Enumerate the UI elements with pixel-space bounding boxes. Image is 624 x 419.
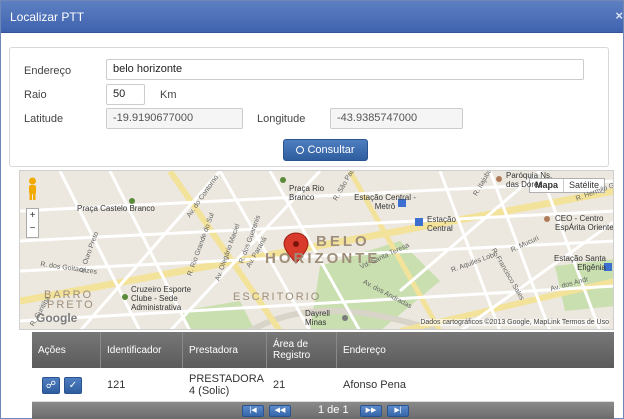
map-place-dayrell: Dayrell Minas — [305, 309, 330, 327]
map-place-estacao-central-metro: Estação Central - Metrô — [354, 193, 416, 211]
column-area-registro[interactable]: Área de Registro — [267, 332, 337, 368]
localizar-ptt-dialog: Localizar PTT × Endereço belo horizonte … — [0, 0, 624, 419]
map-city-label-1: BELO — [316, 233, 370, 250]
map-place-praca-castelo-branco: Praça Castelo Branco — [77, 204, 155, 213]
search-icon — [296, 146, 305, 154]
map-place-ceo: CEO - Centro EspÁrita Oriente — [555, 214, 614, 232]
cell-identificador: 121 — [107, 379, 126, 391]
longitude-field[interactable]: -43.9385747000 — [330, 108, 463, 129]
last-page-button[interactable]: ▶| — [387, 405, 409, 417]
consultar-button[interactable]: Consultar — [283, 139, 368, 161]
map-place-paroquia: Paróquia Ns. das Dores — [506, 171, 553, 189]
cell-prestadora: PRESTADORA 4 (Solic) — [189, 373, 264, 397]
map-district-label: ESCRITORIO — [233, 291, 322, 303]
zoom-in-button[interactable]: + — [27, 209, 38, 222]
map-place-estacao-central: Estação Central — [427, 215, 456, 233]
cell-endereco: Afonso Pena — [343, 379, 406, 391]
google-logo: Google — [36, 311, 78, 325]
close-icon[interactable]: × — [615, 8, 623, 23]
consultar-label: Consultar — [307, 144, 355, 156]
zoom-control[interactable]: + − — [26, 208, 39, 238]
table-row[interactable]: ☍ ✓ 121 PRESTADORA 4 (Solic) 21 Afonso P… — [32, 368, 614, 402]
check-icon[interactable]: ✓ — [64, 377, 82, 394]
zoom-out-button[interactable]: − — [27, 222, 38, 235]
latitude-label: Latitude — [24, 113, 64, 125]
map-place-estacao-santa-efigenia: Estação Santa Efigênia — [553, 254, 606, 272]
column-endereco[interactable]: Endereço — [337, 332, 614, 368]
dialog-titlebar: Localizar PTT × — [1, 1, 623, 33]
column-identificador[interactable]: Identificador — [101, 332, 183, 368]
latitude-field[interactable]: -19.9190677000 — [106, 108, 243, 129]
grid-header: Ações Identificador Prestadora Área de R… — [32, 332, 614, 368]
map-place-cruzeiro: Cruzeiro Esporte Clube - Sede Administra… — [131, 285, 192, 312]
raio-label: Raio — [24, 89, 47, 101]
column-acoes[interactable]: Ações — [32, 332, 101, 368]
page-info: 1 de 1 — [318, 404, 349, 416]
dialog-title: Localizar PTT — [10, 10, 85, 24]
map-attribution[interactable]: Dados cartográficos ©2013 Google, MapLin… — [420, 319, 609, 326]
link-icon[interactable]: ☍ — [42, 377, 60, 394]
search-form-panel: Endereço belo horizonte Raio 50 Km Latit… — [9, 47, 609, 167]
pegman-icon[interactable] — [26, 177, 39, 201]
column-prestadora[interactable]: Prestadora — [183, 332, 267, 368]
endereco-input[interactable]: belo horizonte — [106, 59, 584, 80]
cell-area-registro: 21 — [273, 379, 286, 391]
next-page-button[interactable]: ▶▶ — [360, 405, 382, 417]
raio-input[interactable]: 50 — [106, 84, 145, 105]
map-view[interactable]: + − Mapa Satélite BELO HORIZONTE ESCRITO… — [19, 170, 614, 330]
map-barro-label-2: PRETO — [47, 299, 95, 311]
prev-page-button[interactable]: ◀◀ — [269, 405, 291, 417]
longitude-label: Longitude — [257, 113, 306, 125]
pager-bar: |◀ ◀◀ 1 de 1 ▶▶ ▶| — [32, 402, 614, 419]
map-place-praca-rio-branco: Praça Rio Branco — [289, 184, 325, 202]
first-page-button[interactable]: |◀ — [242, 405, 264, 417]
endereco-label: Endereço — [24, 65, 72, 77]
raio-unit: Km — [160, 89, 177, 101]
